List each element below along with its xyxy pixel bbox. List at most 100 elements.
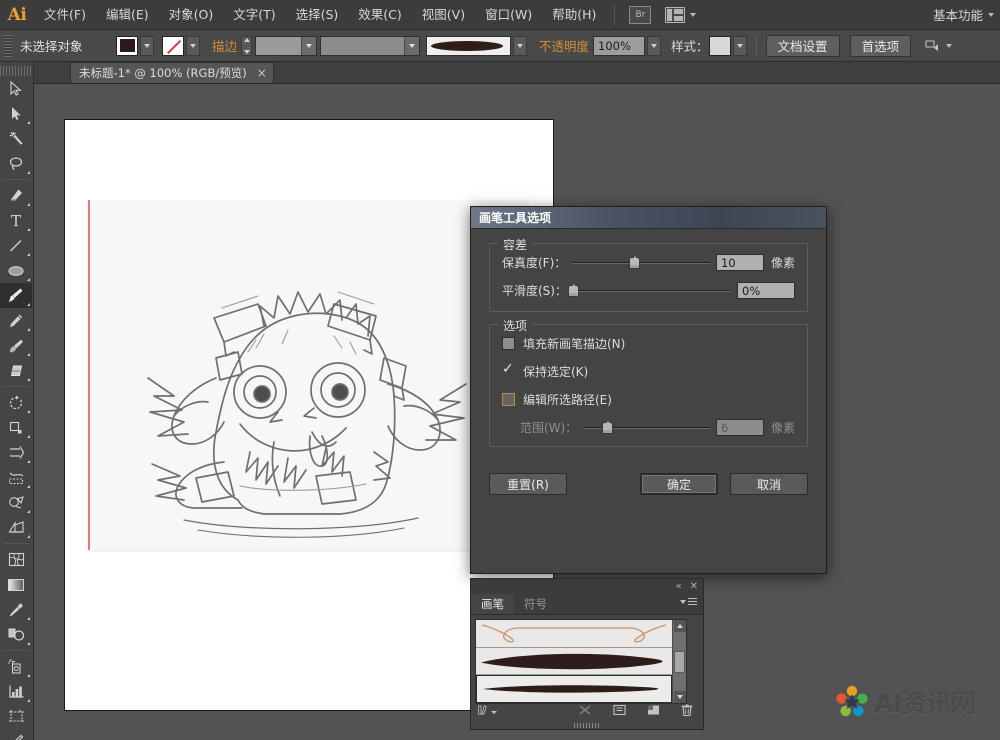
slice-tool[interactable]	[0, 729, 32, 740]
range-slider-thumb[interactable]	[602, 420, 614, 434]
keep-selected-checkbox[interactable]	[502, 361, 515, 378]
scroll-up-icon[interactable]	[673, 620, 686, 632]
menu-type[interactable]: 文字(T)	[223, 0, 285, 30]
bridge-icon[interactable]: Br	[629, 5, 652, 24]
reset-button[interactable]: 重置(R)	[489, 473, 567, 495]
smoothness-input[interactable]: 0%	[737, 282, 795, 299]
preferences-button[interactable]: 首选项	[849, 34, 912, 57]
artboard-tool[interactable]	[0, 704, 32, 729]
range-slider[interactable]	[583, 420, 710, 435]
fidelity-slider-thumb[interactable]	[629, 255, 641, 269]
menu-view[interactable]: 视图(V)	[412, 0, 475, 30]
stroke-swatch-chevron-down-icon[interactable]	[186, 35, 200, 56]
menu-file[interactable]: 文件(F)	[34, 0, 96, 30]
magic-wand-tool[interactable]	[0, 126, 32, 151]
fill-new-brush-strokes-row[interactable]: 填充新画笔描边(N)	[502, 335, 795, 352]
width-tool[interactable]	[0, 440, 32, 465]
workspace-switcher[interactable]: 基本功能	[933, 5, 1000, 24]
brush-definition-chevron-down-icon[interactable]	[513, 35, 528, 56]
eyedropper-tool[interactable]	[0, 597, 32, 622]
menu-help[interactable]: 帮助(H)	[542, 0, 606, 30]
column-graph-tool[interactable]	[0, 679, 32, 704]
brush-tool-options-dialog[interactable]: 画笔工具选项 容差 保真度(F)： 10 像素 平滑度(S)： 0% 选项 填充…	[470, 206, 827, 574]
fidelity-slider[interactable]	[572, 255, 710, 270]
brush-list-scrollbar[interactable]	[672, 620, 686, 703]
blob-brush-tool[interactable]	[0, 333, 32, 358]
range-unit: 像素	[770, 421, 795, 435]
selection-tool[interactable]	[0, 76, 32, 101]
collapse-icon[interactable]: «	[675, 581, 681, 592]
stroke-weight-stepper[interactable]	[241, 35, 253, 56]
brushes-panel[interactable]: « ✕ 画笔 符号	[470, 578, 704, 730]
fidelity-input[interactable]: 10	[715, 254, 764, 271]
graphic-style-swatch[interactable]	[708, 35, 731, 56]
smoothness-slider-thumb[interactable]	[567, 283, 579, 297]
workspace-chevron-down-icon[interactable]	[988, 12, 994, 17]
opacity-input[interactable]: 100%	[593, 35, 646, 56]
gradient-tool[interactable]	[0, 572, 32, 597]
perspective-grid-tool[interactable]	[0, 515, 32, 540]
new-brush-icon[interactable]	[643, 701, 663, 719]
scale-tool[interactable]	[0, 415, 32, 440]
transform-chevron-down-icon[interactable]	[946, 43, 953, 48]
edit-selected-paths-row[interactable]: 编辑所选路径(E)	[502, 391, 795, 408]
delete-brush-icon[interactable]	[677, 701, 697, 719]
menu-object[interactable]: 对象(O)	[159, 0, 224, 30]
free-transform-tool[interactable]	[0, 465, 32, 490]
pencil-tool[interactable]	[0, 308, 32, 333]
variable-width-profile-combo[interactable]	[320, 35, 421, 56]
menu-select[interactable]: 选择(S)	[286, 0, 349, 30]
tab-brushes[interactable]: 画笔	[471, 594, 514, 614]
blend-tool[interactable]	[0, 622, 32, 647]
options-of-selected-object-icon[interactable]	[609, 701, 629, 719]
mesh-tool[interactable]	[0, 547, 32, 572]
paintbrush-tool[interactable]	[0, 283, 32, 308]
panel-close-icon[interactable]: ✕	[690, 581, 698, 592]
symbol-sprayer-tool[interactable]	[0, 654, 32, 679]
panel-resize-grip[interactable]	[574, 723, 600, 728]
shape-builder-tool[interactable]	[0, 490, 32, 515]
stroke-color-swatch[interactable]	[162, 35, 184, 56]
type-tool[interactable]: T	[0, 208, 32, 233]
rotate-tool[interactable]	[0, 390, 32, 415]
brush-item-tapered-thick[interactable]	[476, 647, 672, 676]
menu-edit[interactable]: 编辑(E)	[96, 0, 159, 30]
stroke-weight-combo[interactable]	[255, 35, 318, 56]
direct-selection-tool[interactable]	[0, 101, 32, 126]
dialog-title-bar[interactable]: 画笔工具选项	[471, 207, 826, 229]
document-tab[interactable]: 未标题-1* @ 100% (RGB/预览) ×	[70, 62, 274, 83]
pen-tool[interactable]	[0, 183, 32, 208]
smoothness-slider[interactable]	[567, 283, 731, 298]
transform-each-icon[interactable]	[925, 39, 953, 53]
ok-button[interactable]: 确定	[640, 473, 718, 495]
scrollbar-thumb[interactable]	[674, 650, 685, 673]
brush-definition-combo[interactable]	[426, 35, 512, 56]
tab-symbols[interactable]: 符号	[514, 594, 557, 614]
fill-color-swatch[interactable]	[116, 35, 138, 56]
line-segment-tool[interactable]	[0, 233, 32, 258]
keep-selected-row[interactable]: 保持选定(K)	[502, 361, 795, 380]
opacity-chevron-down-icon[interactable]	[647, 35, 662, 56]
style-chevron-down-icon[interactable]	[732, 35, 747, 56]
brush-list[interactable]	[475, 619, 687, 704]
ellipse-tool[interactable]	[0, 258, 32, 283]
control-bar-grip[interactable]	[4, 34, 12, 57]
remove-brush-stroke-icon[interactable]	[575, 701, 595, 719]
lasso-tool[interactable]	[0, 151, 32, 176]
brush-libraries-icon[interactable]	[477, 701, 497, 719]
edit-selected-paths-checkbox[interactable]	[502, 393, 515, 406]
close-icon[interactable]: ×	[257, 67, 267, 79]
range-input[interactable]: 6	[715, 419, 764, 436]
document-setup-button[interactable]: 文档设置	[765, 34, 840, 57]
eraser-tool[interactable]	[0, 358, 32, 383]
arrange-chevron-down-icon[interactable]	[690, 12, 697, 17]
fill-new-brush-strokes-checkbox[interactable]	[502, 337, 515, 350]
tools-panel-grip[interactable]	[0, 66, 33, 76]
menu-effect[interactable]: 效果(C)	[348, 0, 411, 30]
panel-menu-icon[interactable]	[680, 598, 697, 605]
menu-window[interactable]: 窗口(W)	[475, 0, 542, 30]
arrange-documents-icon[interactable]	[665, 6, 686, 23]
fill-swatch-chevron-down-icon[interactable]	[140, 35, 154, 56]
cancel-button[interactable]: 取消	[730, 473, 808, 495]
brush-item-calligraphic-loop[interactable]	[476, 620, 672, 648]
